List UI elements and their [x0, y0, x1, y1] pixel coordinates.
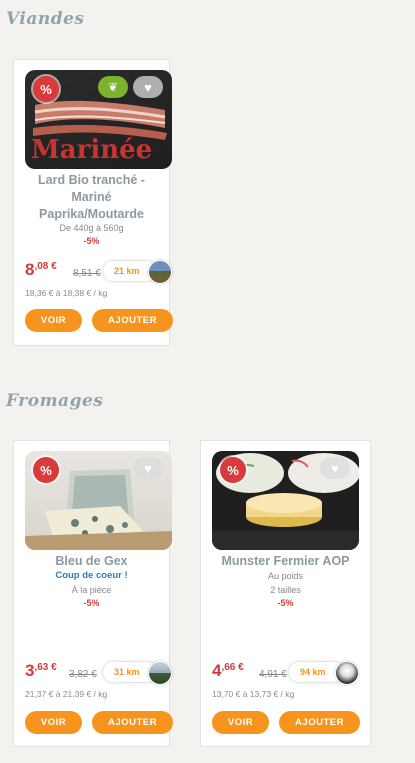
view-button[interactable]: VOIR: [25, 309, 82, 332]
section-title-viandes: Viandes: [6, 9, 85, 29]
discount-label: -5%: [277, 598, 294, 608]
promo-icon: %: [33, 76, 59, 102]
add-to-cart-button[interactable]: AJOUTER: [92, 711, 173, 734]
producer-avatar[interactable]: [335, 661, 359, 685]
title-line: Munster Fermier AOP: [221, 554, 350, 568]
photo-label: Marinée: [31, 135, 153, 165]
product-photo[interactable]: % ♥: [212, 451, 359, 550]
product-card-lard[interactable]: Marinée % ❦ ♥ Lard Bio tranché - Mariné …: [13, 59, 173, 346]
unit-price: 21,37 € à 21,39 € / kg: [25, 689, 108, 699]
old-price: 3,82 €: [69, 669, 97, 680]
promo-icon: %: [220, 457, 246, 483]
add-to-cart-button[interactable]: AJOUTER: [92, 309, 173, 332]
title-line: Lard Bio tranché -: [38, 173, 145, 187]
product-weight: De 440g à 560g: [59, 223, 124, 233]
product-weight: À la pièce: [71, 585, 112, 595]
add-to-cart-button[interactable]: AJOUTER: [279, 711, 360, 734]
title-line: Mariné: [71, 190, 112, 204]
product-card-munster[interactable]: % ♥ Munster Fermier AOP Au poids 2 taill…: [200, 440, 371, 747]
bio-leaf-icon: ❦: [98, 76, 128, 98]
discount-label: -5%: [83, 598, 100, 608]
product-title[interactable]: Lard Bio tranché - Mariné Paprika/Moutar…: [18, 172, 165, 223]
product-title[interactable]: Bleu de Gex: [18, 553, 165, 570]
title-line: Bleu de Gex: [55, 554, 128, 568]
product-photo[interactable]: % ♥: [25, 451, 172, 550]
product-weight: Au poids: [267, 571, 304, 581]
producer-avatar[interactable]: [148, 661, 172, 685]
old-price: 4,91 €: [259, 669, 287, 680]
section-title-fromages: Fromages: [6, 391, 104, 411]
favorite-heart-icon[interactable]: ♥: [133, 457, 163, 479]
product-photo[interactable]: Marinée % ❦ ♥: [25, 70, 172, 169]
promo-icon: %: [33, 457, 59, 483]
view-button[interactable]: VOIR: [212, 711, 269, 734]
current-price: 8,08 €: [25, 260, 57, 279]
favorite-heart-icon[interactable]: ♥: [320, 457, 350, 479]
favorite-tag: Coup de coeur !: [55, 570, 128, 581]
unit-price: 18,36 € à 18,38 € / kg: [25, 288, 108, 298]
unit-price: 13,70 € à 13,73 € / kg: [212, 689, 295, 699]
title-line: Paprika/Moutarde: [39, 207, 144, 221]
discount-label: -5%: [83, 236, 100, 246]
current-price: 4,66 €: [212, 661, 244, 680]
view-button[interactable]: VOIR: [25, 711, 82, 734]
product-title[interactable]: Munster Fermier AOP: [205, 553, 366, 570]
product-card-bleu-de-gex[interactable]: % ♥ Bleu de Gex Coup de coeur ! À la piè…: [13, 440, 173, 747]
product-sizes: 2 tailles: [270, 585, 301, 595]
old-price: 8,51 €: [73, 268, 101, 279]
current-price: 3,63 €: [25, 661, 57, 680]
producer-avatar[interactable]: [148, 260, 172, 284]
favorite-heart-icon[interactable]: ♥: [133, 76, 163, 98]
